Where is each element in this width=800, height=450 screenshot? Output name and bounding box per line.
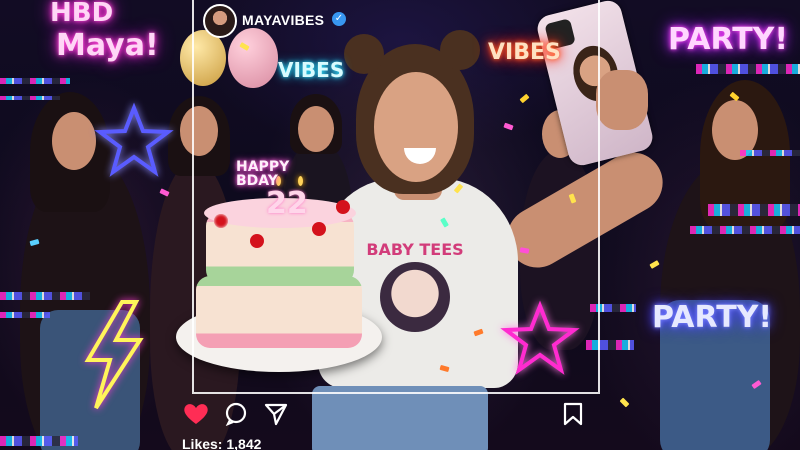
glitch-strip bbox=[0, 436, 78, 446]
glitch-strip bbox=[0, 96, 60, 100]
glitch-strip bbox=[0, 78, 70, 84]
crowd-face bbox=[52, 112, 96, 170]
comment-icon[interactable] bbox=[224, 402, 248, 426]
heart-icon[interactable] bbox=[183, 402, 209, 426]
neon-sign-hbd: HBD bbox=[50, 0, 114, 28]
glitch-strip bbox=[690, 226, 800, 234]
post-frame bbox=[192, 0, 600, 394]
likes-count[interactable]: Likes: 1,842 bbox=[182, 436, 261, 450]
glitch-strip bbox=[0, 312, 50, 318]
send-icon[interactable] bbox=[264, 402, 288, 426]
neon-sign-party-bottom: PARTY! bbox=[652, 300, 773, 335]
glitch-strip bbox=[696, 64, 800, 74]
bookmark-icon[interactable] bbox=[562, 402, 584, 426]
avatar[interactable] bbox=[203, 4, 237, 38]
neon-star-icon bbox=[94, 102, 174, 177]
verified-badge-icon: ✓ bbox=[332, 12, 346, 26]
confetti bbox=[619, 397, 630, 408]
neon-sign-party-top: PARTY! bbox=[668, 22, 789, 57]
confetti bbox=[649, 260, 660, 269]
glitch-strip bbox=[740, 150, 800, 156]
neon-lightning-icon bbox=[84, 300, 144, 410]
subject-jeans bbox=[312, 386, 488, 450]
neon-sign-maya: Maya! bbox=[56, 28, 159, 63]
glitch-strip bbox=[708, 204, 800, 216]
glitch-strip bbox=[0, 292, 90, 300]
subject-hand bbox=[596, 70, 648, 130]
username[interactable]: MAYAVIBES bbox=[242, 12, 324, 28]
